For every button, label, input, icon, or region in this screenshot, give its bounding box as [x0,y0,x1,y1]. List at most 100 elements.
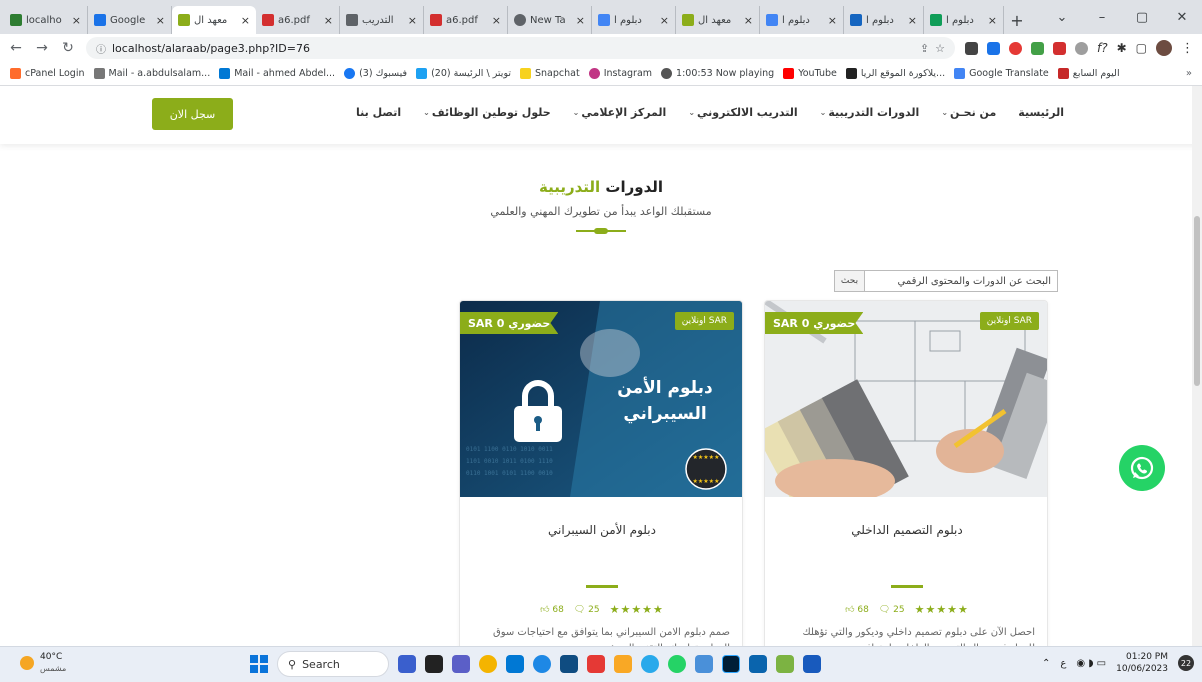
forward-icon[interactable]: → [34,40,50,56]
bookmark-item[interactable]: cPanel Login [10,68,85,79]
more-bookmarks-icon[interactable]: » [1186,68,1192,79]
info-icon[interactable]: ⓘ [96,41,106,56]
taskbar-app-icon[interactable] [560,655,578,673]
close-tab-icon[interactable]: × [660,14,669,27]
menu-item-home[interactable]: الرئيسية [1018,106,1064,119]
course-card[interactable]: اونلاين SAR حضوري 0 SAR دبلوم التصميم ال… [764,300,1048,646]
menu-item-localization[interactable]: حلول توطين الوظائف ⌄ [423,106,551,119]
extensions-puzzle-icon[interactable]: ✱ [1117,41,1127,55]
bookmark-item[interactable]: اليوم السابع [1057,68,1120,79]
bookmark-item[interactable]: 1:00:53 Now playing [661,68,774,79]
share-icon[interactable]: ⇪ [920,42,929,55]
taskbar-search[interactable]: ⚲ Search [277,651,389,677]
bookmark-star-icon[interactable]: ☆ [935,42,945,55]
close-tab-icon[interactable]: × [241,14,250,27]
back-icon[interactable]: ← [8,40,24,56]
wifi-sound-battery-icons[interactable]: ◉ ◗ ▭ [1076,658,1106,669]
extension-icon[interactable] [1009,41,1022,55]
bookmark-item[interactable]: Mail - a.abdulsalam... [93,68,210,79]
extension-icon[interactable] [987,41,1000,55]
page-scrollbar[interactable] [1192,86,1202,646]
whatsapp-button[interactable] [1119,445,1165,491]
course-title[interactable]: دبلوم التصميم الداخلي [765,523,1047,537]
bookmark-item[interactable]: (3) فيسبوك [344,68,407,79]
browser-tab-active[interactable]: معهد ال × [172,6,256,34]
edge-icon[interactable] [533,655,551,673]
word-icon[interactable] [803,655,821,673]
close-tab-icon[interactable]: × [576,14,585,27]
close-tab-icon[interactable]: × [72,14,81,27]
extension-icon[interactable] [1053,41,1066,55]
browser-tab[interactable]: دبلوم ا × [924,6,1004,34]
bookmark-item[interactable]: (20) تويتر \ الرئيسة [416,68,511,79]
course-title[interactable]: دبلوم الأمن السيبراني [460,523,742,537]
close-tab-icon[interactable]: × [408,14,417,27]
register-now-button[interactable]: سجل الان [152,98,233,130]
file-explorer-icon[interactable] [614,655,632,673]
browser-menu-icon[interactable]: ⋮ [1181,41,1194,56]
new-tab-button[interactable]: + [1004,6,1030,34]
side-panel-icon[interactable]: ▢ [1136,41,1147,55]
menu-item-elearning[interactable]: التدريب الالكتروني ⌄ [688,106,797,119]
outlook-icon[interactable] [749,655,767,673]
whatsapp-taskbar-icon[interactable] [668,655,686,673]
course-image[interactable]: اونلاين SAR حضوري 0 SAR [765,301,1047,497]
windows-start-icon[interactable] [250,655,268,673]
taskbar-app-icon[interactable] [425,655,443,673]
browser-tab[interactable]: معهد ال × [676,6,760,34]
extension-icon[interactable] [1075,41,1088,55]
search-button[interactable]: بحث [834,270,864,292]
restore-icon[interactable]: ▢ [1122,10,1162,25]
browser-tab[interactable]: دبلوم ا × [592,6,676,34]
bookmark-item[interactable]: Mail - ahmed Abdel... [219,68,335,79]
weather-widget[interactable]: 40°C مشمس [20,652,66,674]
browser-tab[interactable]: a6.pdf × [424,6,508,34]
close-tab-icon[interactable]: × [744,14,753,27]
taskbar-app-icon[interactable] [776,655,794,673]
close-tab-icon[interactable]: × [828,14,837,27]
reload-icon[interactable]: ↻ [60,40,76,56]
close-tab-icon[interactable]: × [492,14,501,27]
course-search-input[interactable]: البحث عن الدورات والمحتوى الرقمي [864,270,1058,292]
taskbar-app-icon[interactable] [506,655,524,673]
close-tab-icon[interactable]: × [988,14,997,27]
taskbar-app-icon[interactable] [587,655,605,673]
menu-item-courses[interactable]: الدورات التدريبية ⌄ [820,106,920,119]
chevron-up-icon[interactable]: ⌃ [1042,658,1050,669]
bookmark-item[interactable]: Google Translate [954,68,1049,79]
photoshop-icon[interactable] [722,655,740,673]
browser-tab[interactable]: localho × [4,6,88,34]
extension-icon[interactable] [1031,41,1044,55]
notepad-icon[interactable] [695,655,713,673]
extension-icon[interactable] [965,41,978,55]
menu-item-about[interactable]: من نحـن ⌄ [941,106,996,119]
bookmark-item[interactable]: Instagram [588,68,652,79]
minimize-icon[interactable]: – [1082,10,1122,25]
course-image[interactable]: 0101 1100 0110 1010 0011 1101 0010 1011 … [460,301,742,497]
close-tab-icon[interactable]: × [324,14,333,27]
taskbar-app-icon[interactable] [398,655,416,673]
browser-tab[interactable]: دبلوم ا × [760,6,844,34]
close-tab-icon[interactable]: × [156,14,165,27]
telegram-icon[interactable] [641,655,659,673]
bookmark-item[interactable]: YouTube [783,68,837,79]
browser-tab[interactable]: New Ta × [508,6,592,34]
browser-tab[interactable]: a6.pdf × [256,6,340,34]
browser-tab[interactable]: دبلوم ا × [844,6,924,34]
menu-item-media-center[interactable]: المركز الإعلامي ⌄ [573,106,667,119]
bookmark-item[interactable]: يلاكورة الموقع الريا... [845,68,945,79]
close-window-icon[interactable]: ✕ [1162,10,1202,25]
tab-search-icon[interactable]: ⌄ [1042,10,1082,25]
close-tab-icon[interactable]: × [908,14,917,27]
taskbar-app-icon[interactable] [452,655,470,673]
url-field[interactable]: ⓘ localhost/alaraab/page3.php?ID=76 ⇪ ☆ [86,37,955,59]
input-language[interactable]: ع [1060,658,1066,669]
scrollbar-thumb[interactable] [1194,216,1200,386]
chrome-icon[interactable] [479,655,497,673]
notification-badge[interactable]: 22 [1178,655,1194,671]
profile-avatar[interactable] [1156,40,1172,56]
bookmark-item[interactable]: Snapchat [520,68,580,79]
formula-extension-icon[interactable]: f? [1097,41,1108,55]
menu-item-contact[interactable]: اتصل بنا [356,106,401,119]
browser-tab[interactable]: التدريب × [340,6,424,34]
